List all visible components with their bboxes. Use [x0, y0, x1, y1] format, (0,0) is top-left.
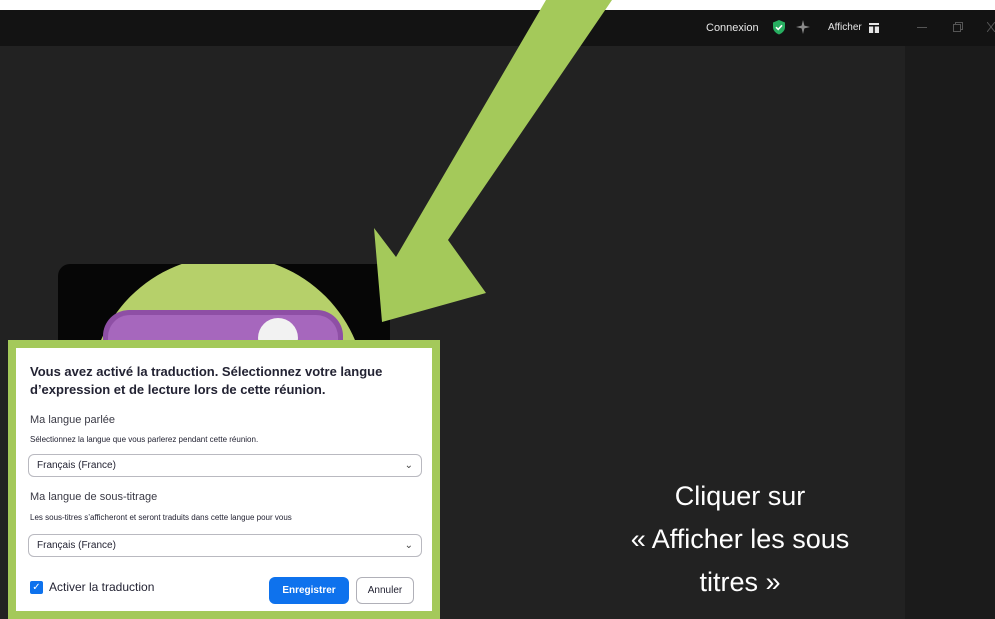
translation-dialog: Vous avez activé la traduction. Sélectio…: [16, 348, 432, 611]
instruction-line-1: Cliquer sur: [674, 481, 806, 511]
spoken-language-hint: Sélectionnez la langue que vous parlerez…: [30, 435, 259, 444]
subtitle-language-hint: Les sous-titres s’afficheront et seront …: [30, 513, 292, 522]
save-button[interactable]: Enregistrer: [269, 577, 349, 604]
spoken-language-value: Français (France): [37, 460, 116, 471]
instruction-line-2: « Afficher les sous: [630, 524, 850, 554]
enable-translation-label[interactable]: Activer la traduction: [49, 580, 154, 594]
subtitle-language-value: Français (France): [37, 540, 116, 551]
enable-translation-checkbox[interactable]: ✓: [30, 581, 43, 594]
subtitle-language-label: Ma langue de sous-titrage: [30, 491, 158, 503]
dialog-title: Vous avez activé la traduction. Sélectio…: [30, 364, 383, 397]
spoken-language-select[interactable]: Français (France) ⌄: [28, 454, 422, 477]
instruction-line-3: titres »: [699, 567, 781, 597]
spoken-language-label: Ma langue parlée: [30, 414, 116, 426]
chevron-down-icon: ⌄: [404, 540, 413, 551]
instruction-text: Cliquer sur « Afficher les sous titres »: [575, 475, 905, 604]
cancel-button[interactable]: Annuler: [356, 577, 414, 604]
translation-dialog-frame: Vous avez activé la traduction. Sélectio…: [8, 340, 440, 619]
subtitle-language-select[interactable]: Français (France) ⌄: [28, 534, 422, 557]
chevron-down-icon: ⌄: [404, 460, 413, 471]
